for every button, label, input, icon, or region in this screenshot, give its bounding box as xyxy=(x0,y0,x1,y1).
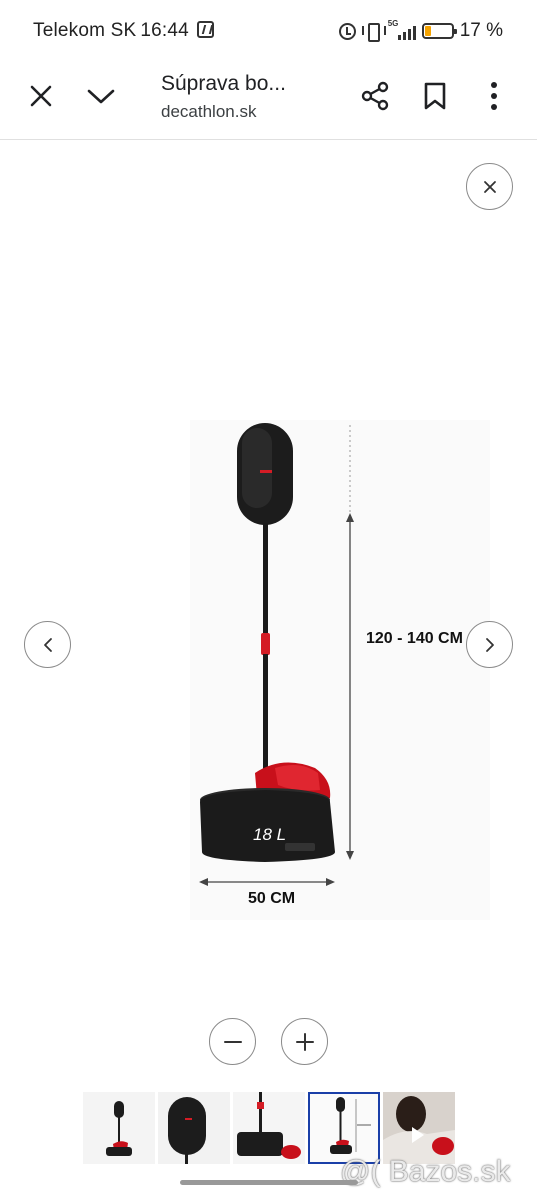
close-icon xyxy=(483,180,496,193)
status-right: 5G 17 % xyxy=(338,19,503,42)
close-icon xyxy=(30,85,52,107)
thumbnail-5-video[interactable] xyxy=(383,1092,455,1164)
chevron-down-icon xyxy=(87,89,115,104)
browser-toolbar: Súprava bo... decathlon.sk xyxy=(0,62,537,140)
title-block: Súprava bo... decathlon.sk xyxy=(161,72,331,122)
bookmark-icon xyxy=(424,82,446,110)
minimize-button[interactable] xyxy=(81,76,121,116)
product-image: 18 L 120 - 140 CM 50 CM xyxy=(190,420,490,920)
status-time: 16:44 xyxy=(140,20,189,41)
next-image-button[interactable] xyxy=(466,621,513,668)
battery-icon xyxy=(421,23,457,39)
more-options-button[interactable] xyxy=(474,76,514,116)
zoom-in-icon xyxy=(295,1032,314,1051)
bookmark-button[interactable] xyxy=(415,76,455,116)
zoom-out-icon xyxy=(223,1040,242,1043)
status-left: Telekom SK 16:44 xyxy=(33,20,218,42)
height-dimension-label: 120 - 140 CM xyxy=(366,630,463,647)
thumbnail-4-selected[interactable] xyxy=(308,1092,380,1164)
zoom-in-button[interactable] xyxy=(281,1018,328,1065)
chevron-left-icon xyxy=(43,637,52,652)
carrier-name: Telekom SK xyxy=(33,20,137,41)
more-vert-icon xyxy=(491,82,497,110)
close-tab-button[interactable] xyxy=(21,76,61,116)
chevron-right-icon xyxy=(485,637,494,652)
battery-percent: 17 % xyxy=(459,20,503,41)
vibrate-icon xyxy=(361,22,386,42)
share-button[interactable] xyxy=(355,76,395,116)
close-viewer-button[interactable] xyxy=(466,163,513,210)
watermark: @( Bazos.sk xyxy=(340,1155,511,1188)
alarm-icon xyxy=(338,22,356,40)
share-icon xyxy=(361,81,389,111)
nfc-icon xyxy=(196,21,214,38)
thumbnail-3[interactable] xyxy=(233,1092,305,1164)
thumbnail-1[interactable] xyxy=(83,1092,155,1164)
dimension-arrows xyxy=(199,425,354,886)
status-bar: Telekom SK 16:44 5G 17 % xyxy=(0,0,537,62)
battery-fill xyxy=(424,26,431,36)
width-dimension-label: 50 CM xyxy=(248,890,296,907)
home-indicator[interactable] xyxy=(180,1180,358,1185)
page-url: decathlon.sk xyxy=(161,102,257,121)
page-title: Súprava bo... xyxy=(161,72,286,95)
previous-image-button[interactable] xyxy=(24,621,71,668)
thumbnail-2[interactable] xyxy=(158,1092,230,1164)
signal-icon: 5G xyxy=(388,19,416,40)
zoom-out-button[interactable] xyxy=(209,1018,256,1065)
